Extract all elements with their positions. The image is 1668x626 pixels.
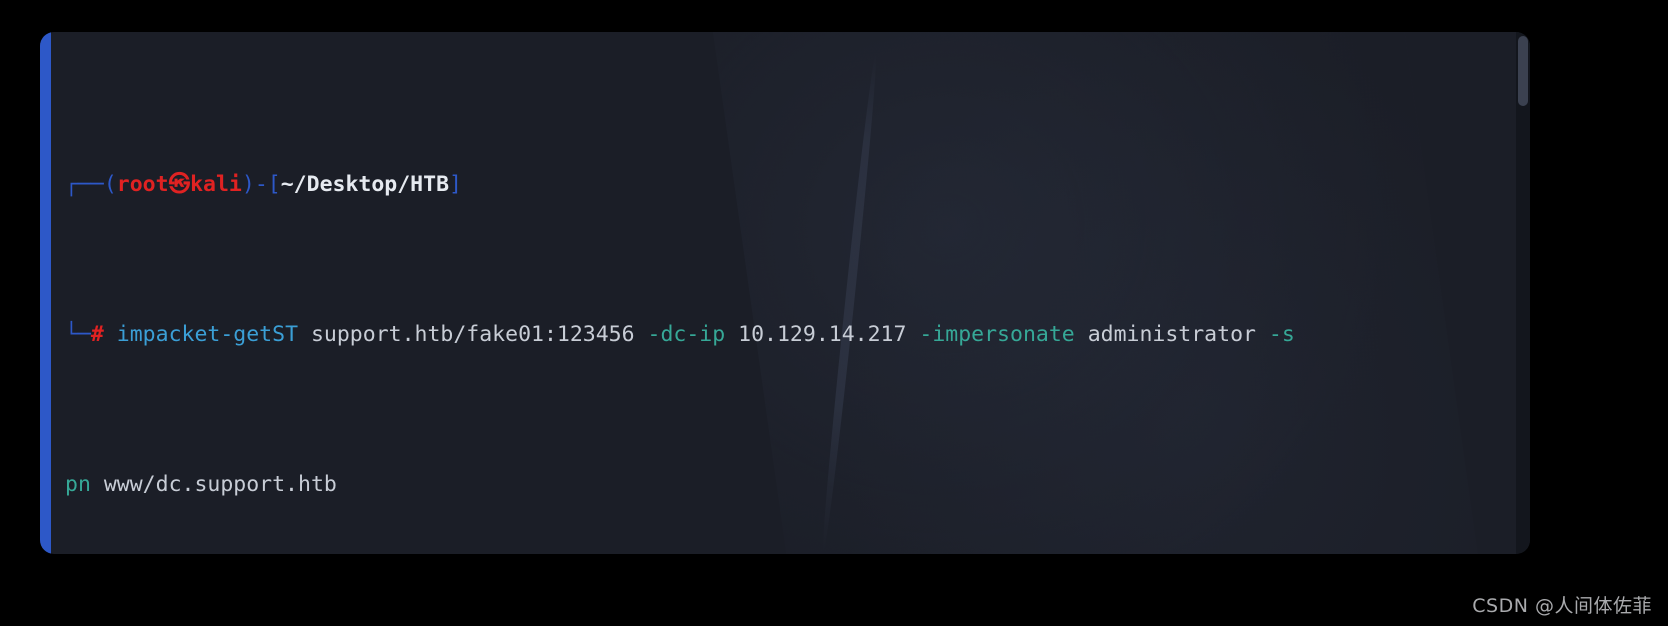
command-val-impersonate: administrator [1087,322,1256,347]
prompt-at-icon: ㉿ [168,172,191,197]
terminal-scrollbar-thumb[interactable] [1518,36,1528,106]
terminal-window[interactable]: ┌──(root㉿kali)-[~/Desktop/HTB] └─# impac… [40,32,1530,554]
command-opt-spn-tail: pn [65,472,91,497]
command-target: support.htb/fake01:123456 [310,322,635,347]
prompt-close-bracket: ] [449,172,462,197]
prompt-close-paren: ) [241,172,255,197]
command-line-1-wrap[interactable]: pn www/dc.support.htb [65,470,1516,500]
command-opt-impersonate: -impersonate [919,322,1075,347]
prompt-path: ~/Desktop/HTB [280,172,450,197]
prompt-line-top-1: ┌──(root㉿kali)-[~/Desktop/HTB] [65,170,1516,200]
command-val-dc-ip: 10.129.14.217 [738,322,907,347]
prompt-connector-top-icon: ┌── [65,172,104,197]
prompt-host: kali [190,172,242,197]
prompt-user: root [116,172,169,197]
prompt-sigil: # [90,322,104,347]
command-opt-dc-ip: -dc-ip [647,322,726,347]
prompt-open-paren: ( [103,172,117,197]
command-line-1[interactable]: └─# impacket-getST support.htb/fake01:12… [65,320,1516,350]
prompt-open-bracket: [ [267,172,281,197]
command-name: impacket-getST [116,322,299,347]
terminal-accent-stripe [40,32,51,554]
command-val-spn: www/dc.support.htb [103,472,337,497]
command-opt-spn-head: -s [1268,322,1295,347]
prompt-connector-bottom-icon: └─ [65,322,91,347]
prompt-dash: - [254,172,268,197]
watermark: CSDN @人间体佐菲 [1472,595,1652,617]
terminal-output-area[interactable]: ┌──(root㉿kali)-[~/Desktop/HTB] └─# impac… [51,32,1530,554]
terminal-scrollbar[interactable] [1516,32,1530,554]
